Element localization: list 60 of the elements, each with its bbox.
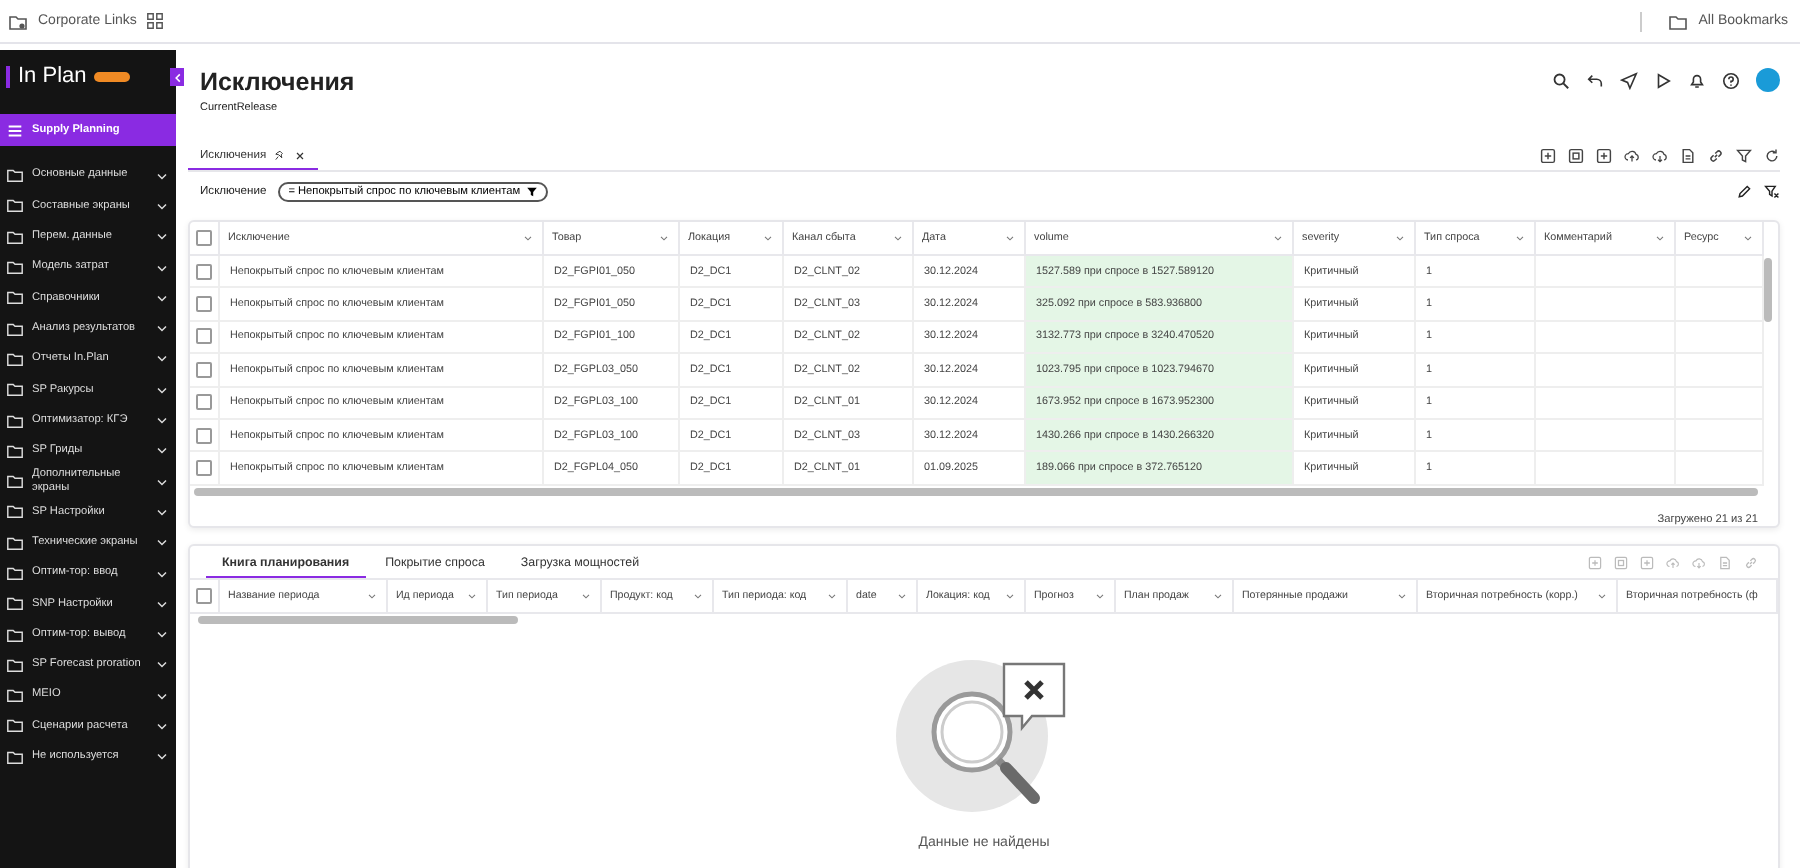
chevron-icon[interactable] [1394, 232, 1406, 244]
chevron-icon[interactable] [1004, 590, 1016, 602]
chevron-icon[interactable] [1272, 232, 1284, 244]
chevron-icon[interactable] [580, 590, 592, 602]
checkbox[interactable] [196, 588, 212, 604]
chevron-icon[interactable] [826, 590, 838, 602]
cloud-download-icon[interactable] [1652, 148, 1668, 164]
checkbox[interactable] [196, 296, 212, 313]
chevron-icon[interactable] [692, 590, 704, 602]
bell-icon[interactable] [1688, 71, 1706, 89]
pencil-icon[interactable] [1736, 184, 1752, 200]
folder-icon [1668, 11, 1689, 31]
checkbox[interactable] [196, 263, 212, 280]
copy-icon[interactable] [1568, 148, 1584, 164]
chevron-icon[interactable] [366, 590, 378, 602]
chevron-icon[interactable] [892, 232, 904, 244]
menu-icon [6, 121, 24, 139]
logo: In Plan [18, 64, 87, 88]
add-box-icon[interactable] [1596, 148, 1612, 164]
chevron-icon[interactable] [466, 590, 478, 602]
checkbox[interactable] [196, 328, 212, 345]
checkbox[interactable] [196, 361, 212, 378]
send-icon[interactable] [1620, 71, 1638, 89]
undo-icon[interactable] [1586, 71, 1604, 89]
cloud-upload-icon[interactable] [1624, 148, 1640, 164]
add-box-icon[interactable] [1540, 148, 1556, 164]
play-icon[interactable] [1654, 71, 1672, 89]
chevron-icon[interactable] [1094, 590, 1106, 602]
chevron-icon[interactable] [1742, 232, 1754, 244]
collapse-button[interactable] [170, 68, 184, 86]
document-icon[interactable] [1680, 148, 1696, 164]
chevron-icon[interactable] [1596, 590, 1608, 602]
search-icon[interactable] [1552, 71, 1570, 89]
clear-filter-icon[interactable] [1764, 184, 1780, 200]
filter-icon[interactable] [1736, 148, 1752, 164]
chevron-icon[interactable] [896, 590, 908, 602]
help-icon[interactable] [1722, 71, 1740, 89]
apps-grid-icon[interactable] [146, 12, 165, 30]
checkbox[interactable] [196, 427, 212, 444]
chevron-icon[interactable] [1514, 232, 1526, 244]
checkbox[interactable] [196, 460, 212, 477]
chevron-icon[interactable] [762, 232, 774, 244]
logo-badge [94, 71, 131, 81]
chevron-icon[interactable] [658, 232, 670, 244]
checkbox[interactable] [196, 394, 212, 411]
chevron-icon[interactable] [1396, 590, 1408, 602]
page-title: Исключения [200, 68, 357, 96]
link-icon[interactable] [1708, 148, 1724, 164]
avatar[interactable] [1756, 68, 1780, 92]
chevron-icon[interactable] [1654, 232, 1666, 244]
chevron-icon[interactable] [522, 232, 534, 244]
chevron-icon[interactable] [1212, 590, 1224, 602]
checkbox[interactable] [196, 230, 212, 246]
close-icon[interactable] [294, 150, 307, 162]
pin-icon[interactable] [274, 150, 287, 162]
folder-icon [8, 11, 28, 31]
filter-icon [526, 186, 539, 198]
logo-mark [6, 65, 10, 87]
refresh-icon[interactable] [1764, 148, 1780, 164]
chevron-icon[interactable] [1004, 232, 1016, 244]
